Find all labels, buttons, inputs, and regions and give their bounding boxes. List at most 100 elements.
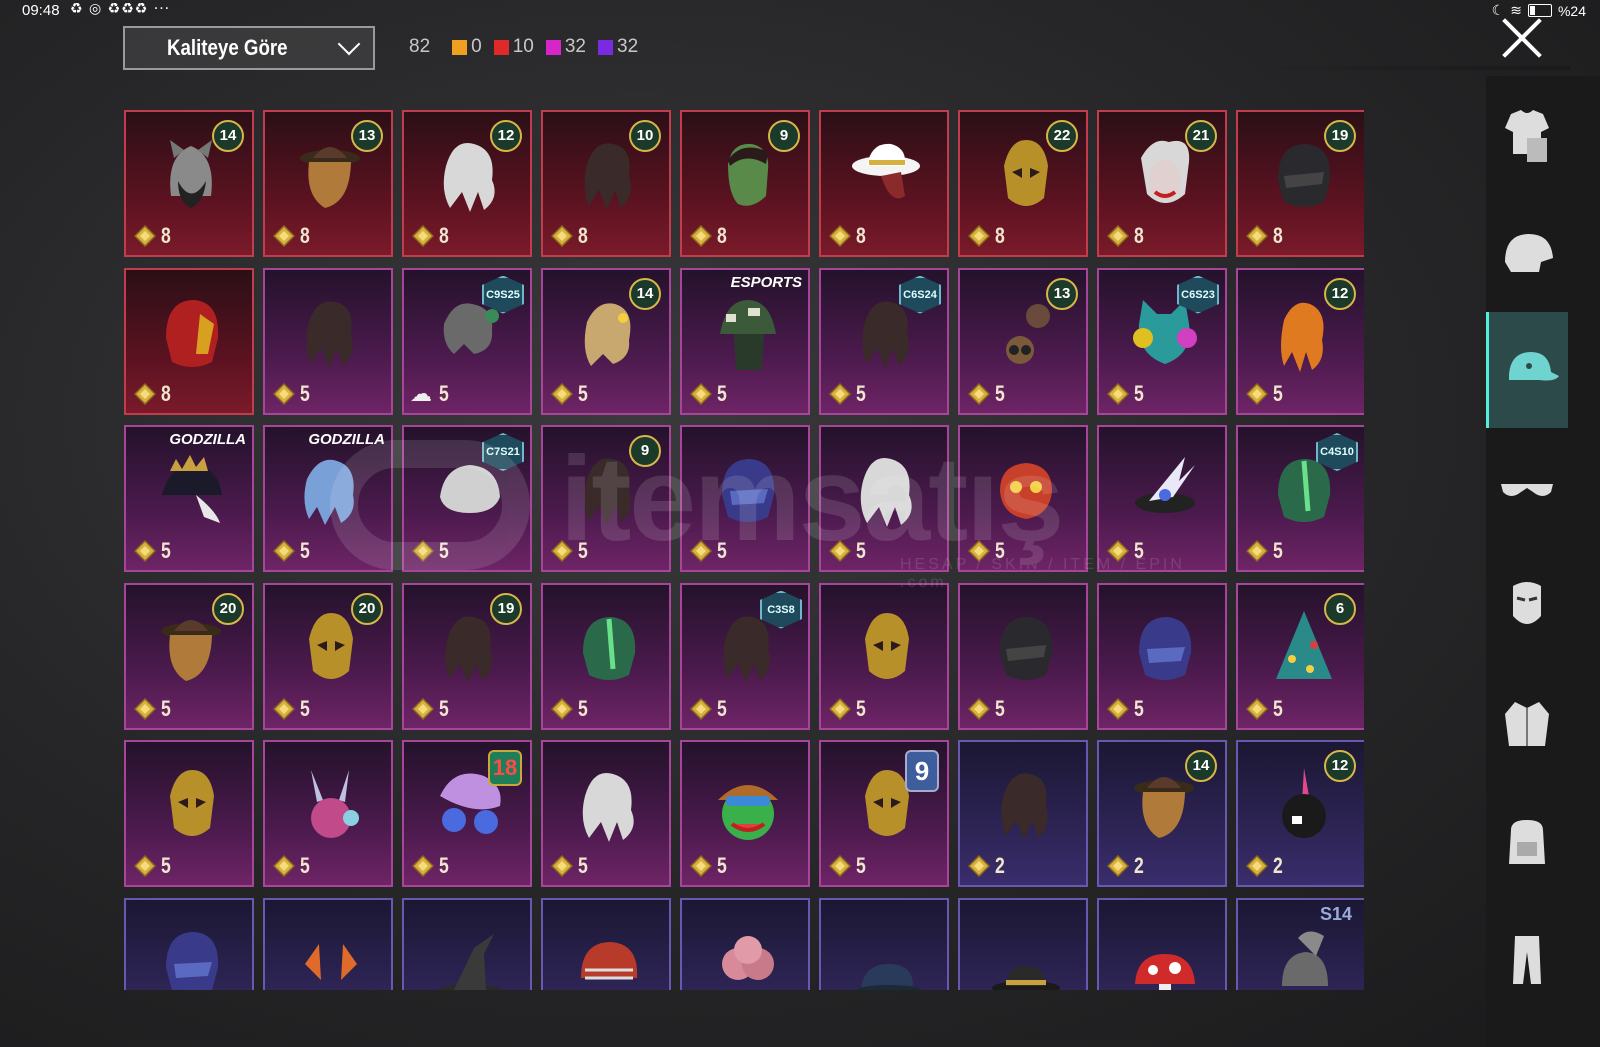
item-slot[interactable]: 12 5 xyxy=(1236,267,1364,415)
upgrade-coin-icon xyxy=(968,225,990,247)
rare-swatch xyxy=(598,39,613,55)
level-badge: 12 xyxy=(1324,750,1356,782)
bunny-black-icon xyxy=(1268,766,1338,844)
upgrade-coin-icon xyxy=(273,225,295,247)
item-slot[interactable] xyxy=(124,897,254,990)
cloud-icon: ☁ xyxy=(410,381,432,407)
item-slot[interactable]: C9S25 ☁ 5 xyxy=(402,267,532,415)
level-badge: 9 xyxy=(629,435,661,467)
item-quantity: 5 xyxy=(578,695,588,721)
category-tab-glasses[interactable] xyxy=(1486,430,1568,546)
item-grid: 14 8 13 8 12 8 10 8 9 8 8 22 8 21 8 19 8 8 5 C9S25 ☁ 5 14 5 ESPO… xyxy=(124,110,1364,990)
item-quantity: 2 xyxy=(1134,853,1144,878)
item-slot[interactable]: 8 xyxy=(819,110,949,257)
item-slot[interactable]: 14 5 xyxy=(541,267,671,415)
brand-label: GODZILLA xyxy=(308,431,385,448)
helmet-icon xyxy=(1505,234,1553,272)
item-slot[interactable] xyxy=(680,897,810,990)
upgrade-coin-icon xyxy=(829,540,851,562)
item-slot[interactable]: 20 5 xyxy=(263,582,393,730)
upgrade-coin-icon xyxy=(690,697,712,720)
item-slot[interactable]: 10 8 xyxy=(541,110,671,257)
item-slot[interactable] xyxy=(1097,897,1227,990)
item-slot[interactable]: 5 xyxy=(958,582,1088,730)
hat-hair-icon xyxy=(1129,766,1199,844)
item-slot[interactable]: 13 5 xyxy=(958,267,1088,415)
item-slot[interactable]: 5 xyxy=(263,740,393,887)
item-slot[interactable]: 5 xyxy=(680,740,810,887)
item-slot[interactable]: C6S24 5 xyxy=(819,267,949,415)
item-slot[interactable]: C4S10 5 xyxy=(1236,425,1364,572)
item-slot[interactable]: 8 xyxy=(124,267,254,415)
item-slot[interactable]: 5 xyxy=(541,582,671,730)
item-slot[interactable]: 12 2 xyxy=(1236,740,1364,887)
item-slot[interactable]: 18 5 xyxy=(402,740,532,887)
category-tab-backpack[interactable] xyxy=(1486,784,1568,900)
item-slot[interactable]: 14 8 xyxy=(124,110,254,257)
item-slot[interactable]: 12 8 xyxy=(402,110,532,257)
item-slot[interactable]: 95 xyxy=(819,740,949,887)
item-slot[interactable]: 5 xyxy=(819,582,949,730)
cap-icon xyxy=(1508,352,1559,381)
category-tab-helmet[interactable] xyxy=(1486,194,1568,310)
item-slot[interactable] xyxy=(819,897,949,990)
mushroom-icon xyxy=(1129,924,1199,990)
item-slot[interactable]: 98 xyxy=(680,110,810,257)
category-tab-mask[interactable] xyxy=(1486,548,1568,664)
item-slot[interactable]: 5 xyxy=(263,267,393,415)
upgrade-coin-icon xyxy=(551,382,573,405)
item-slot[interactable]: 5 xyxy=(124,740,254,887)
item-slot[interactable]: 65 xyxy=(1236,582,1364,730)
item-slot[interactable]: 5 xyxy=(680,425,810,572)
level-badge: 19 xyxy=(490,592,522,625)
item-slot[interactable]: 5 xyxy=(958,425,1088,572)
category-tab-jacket[interactable] xyxy=(1486,666,1568,782)
item-slot[interactable] xyxy=(402,897,532,990)
jacket-icon xyxy=(1505,702,1549,746)
cowboy-icon xyxy=(851,136,921,214)
item-slot[interactable]: 19 8 xyxy=(1236,110,1364,257)
item-quantity: 5 xyxy=(300,380,310,406)
item-quantity: 8 xyxy=(1273,223,1283,248)
category-tab-outfit[interactable] xyxy=(1486,76,1568,192)
item-slot[interactable]: 14 2 xyxy=(1097,740,1227,887)
category-tab-cap[interactable] xyxy=(1486,312,1568,428)
sort-dropdown[interactable]: Kaliteye Göre xyxy=(123,26,375,70)
level-badge: 19 xyxy=(1324,120,1356,152)
item-slot[interactable]: C7S21 5 xyxy=(402,425,532,572)
upgrade-coin-icon xyxy=(690,855,712,877)
helmet-blue-icon xyxy=(1129,609,1199,687)
item-slot[interactable]: 5 xyxy=(819,425,949,572)
item-slot[interactable]: 2 xyxy=(958,740,1088,887)
item-slot[interactable]: S14 xyxy=(1236,897,1364,990)
item-slot[interactable]: C3S8 5 xyxy=(680,582,810,730)
item-slot[interactable]: 19 5 xyxy=(402,582,532,730)
close-button[interactable] xyxy=(1500,16,1544,60)
level-badge: 9 xyxy=(768,120,800,152)
fedora-icon xyxy=(990,924,1060,990)
upgrade-coin-icon xyxy=(134,697,156,720)
upgrade-coin-icon xyxy=(412,225,434,247)
item-slot[interactable] xyxy=(263,897,393,990)
item-slot[interactable] xyxy=(541,897,671,990)
item-slot[interactable]: 5 xyxy=(1097,425,1227,572)
item-slot[interactable]: ESPORTS 5 xyxy=(680,267,810,415)
item-slot[interactable]: 22 8 xyxy=(958,110,1088,257)
item-slot[interactable]: GODZILLA 5 xyxy=(263,425,393,572)
level-badge: 22 xyxy=(1046,120,1078,152)
item-slot[interactable]: 20 5 xyxy=(124,582,254,730)
category-tab-pants[interactable] xyxy=(1486,902,1568,1018)
item-slot[interactable]: 13 8 xyxy=(263,110,393,257)
item-slot[interactable]: 5 xyxy=(1097,582,1227,730)
level-badge: 20 xyxy=(212,592,244,625)
item-slot[interactable]: 95 xyxy=(541,425,671,572)
joker-icon xyxy=(1129,136,1199,214)
rarity-counts: 82 0 10 32 32 xyxy=(409,36,650,58)
upgrade-coin-icon xyxy=(273,697,295,720)
item-quantity: 5 xyxy=(161,853,171,878)
item-slot[interactable]: C6S23 5 xyxy=(1097,267,1227,415)
item-slot[interactable] xyxy=(958,897,1088,990)
item-slot[interactable]: GODZILLA 5 xyxy=(124,425,254,572)
item-slot[interactable]: 21 8 xyxy=(1097,110,1227,257)
item-slot[interactable]: 5 xyxy=(541,740,671,887)
